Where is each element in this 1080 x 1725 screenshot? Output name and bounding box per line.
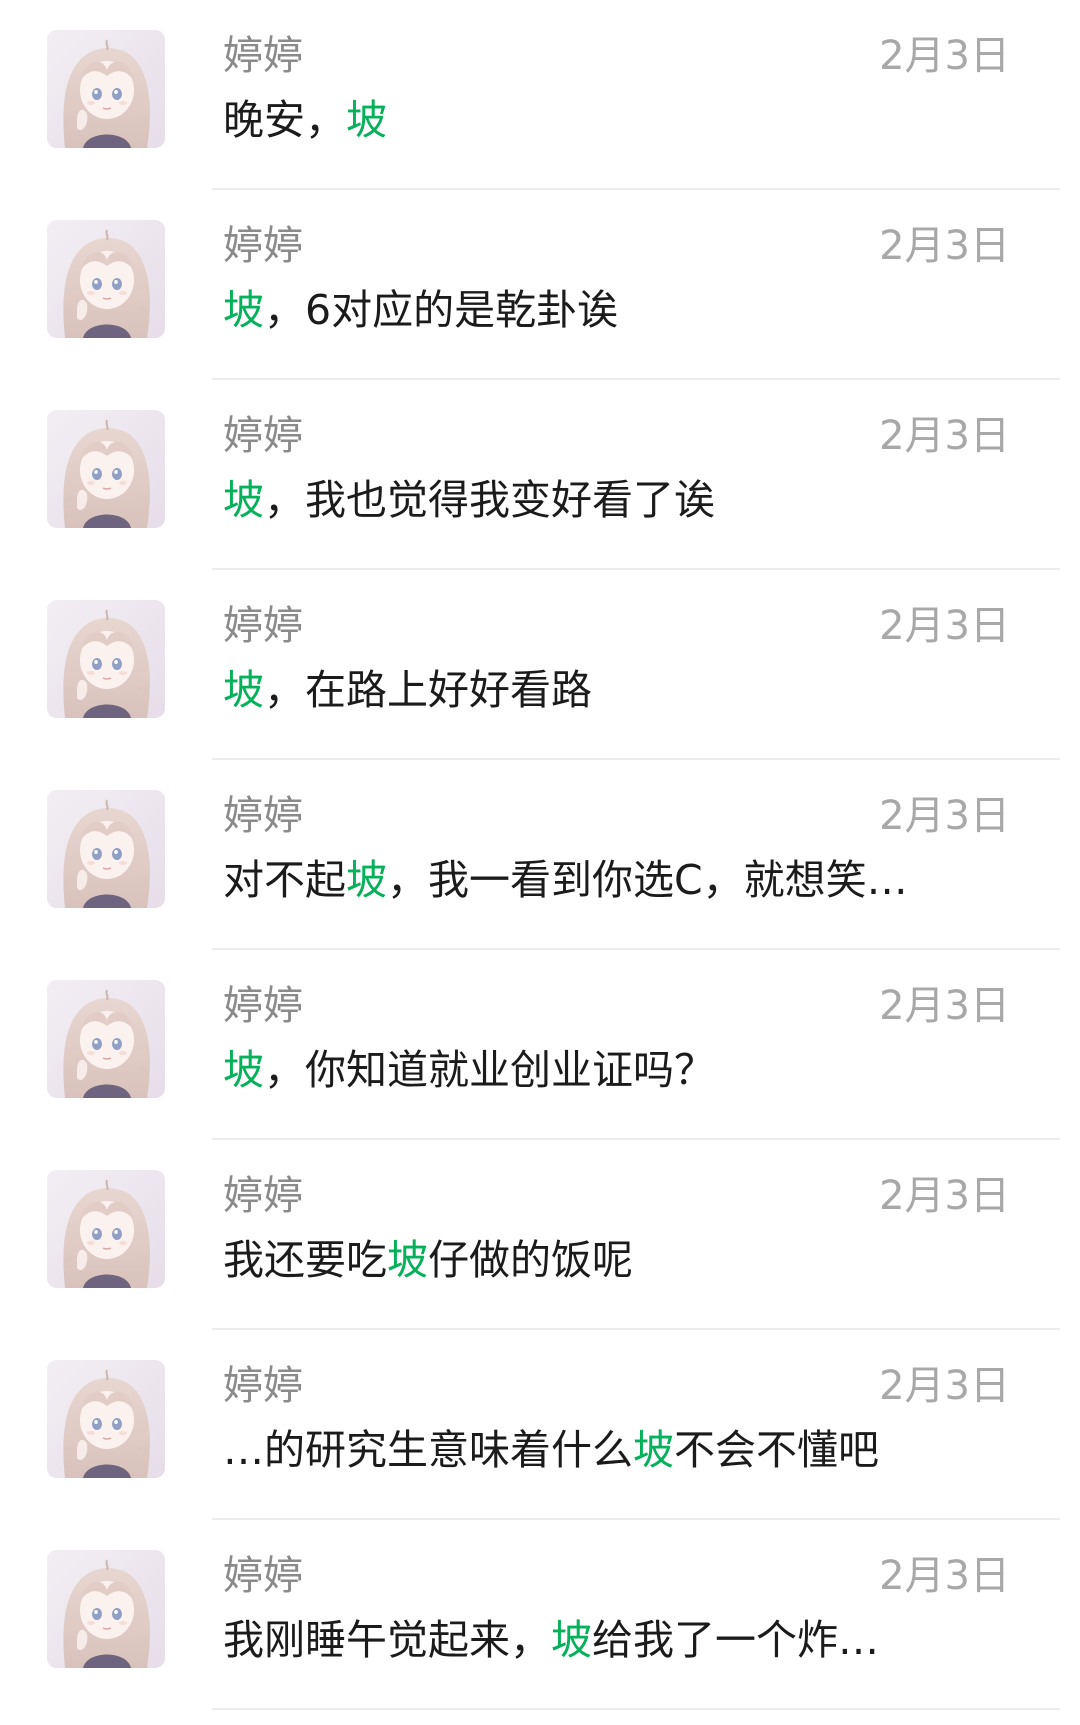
message-date: 2月3日	[879, 603, 1010, 649]
keyword-highlight: 坡	[223, 1046, 264, 1094]
search-results-list: 婷婷 2月3日 晚安，坡 婷婷 2月3日 坡，6对应的是乾卦诶 婷婷 2月3日 …	[0, 0, 1080, 1725]
anime-girl-avatar[interactable]	[47, 1360, 165, 1478]
search-result-item[interactable]: 婷婷 2月3日 …的研究生意味着什么坡不会不懂吧	[0, 1330, 1080, 1520]
anime-girl-avatar[interactable]	[47, 980, 165, 1098]
message-snippet: 我刚睡午觉起来，坡给我了一个炸…	[223, 1612, 983, 1668]
message-text: ，我也觉得我变好看了诶	[264, 476, 715, 524]
keyword-highlight: 坡	[633, 1426, 674, 1474]
message-text: 晚安，	[223, 96, 346, 144]
message-snippet: …的研究生意味着什么坡不会不懂吧	[223, 1422, 983, 1478]
anime-girl-avatar[interactable]	[47, 220, 165, 338]
search-result-item[interactable]: 婷婷 2月3日我还要吃坡仔做的饭呢	[0, 1140, 1080, 1330]
keyword-highlight: 坡	[223, 476, 264, 524]
search-result-item[interactable]: 婷婷 2月3日坡，在路上好好看路	[0, 570, 1080, 760]
search-result-item[interactable]: 婷婷 2月3日我刚睡午觉起来，坡给我了一个炸…	[0, 1520, 1080, 1710]
message-text: 对不起	[223, 856, 346, 904]
message-text: 仔做的饭呢	[428, 1236, 633, 1284]
message-text: 给我了一个炸…	[592, 1616, 879, 1664]
anime-girl-avatar[interactable]	[47, 600, 165, 718]
keyword-highlight: 坡	[223, 666, 264, 714]
message-text: ，6对应的是乾卦诶	[264, 286, 619, 334]
message-text: 不会不懂吧	[674, 1426, 879, 1474]
message-date: 2月3日	[879, 223, 1010, 269]
search-result-item[interactable]: 婷婷 2月3日对不起坡，我一看到你选C，就想笑…	[0, 760, 1080, 950]
sender-name: 婷婷	[223, 603, 303, 649]
keyword-highlight: 坡	[223, 286, 264, 334]
message-date: 2月3日	[879, 983, 1010, 1029]
sender-name: 婷婷	[223, 793, 303, 839]
message-snippet: 坡，我也觉得我变好看了诶	[223, 472, 983, 528]
message-text: ，在路上好好看路	[264, 666, 592, 714]
message-text: ，你知道就业创业证吗？	[264, 1046, 715, 1094]
sender-name: 婷婷	[223, 1173, 303, 1219]
message-snippet: 坡，在路上好好看路	[223, 662, 983, 718]
message-text: ，我一看到你选C，就想笑…	[387, 856, 908, 904]
sender-name: 婷婷	[223, 1553, 303, 1599]
sender-name: 婷婷	[223, 223, 303, 269]
search-result-item[interactable]: 婷婷 2月3日坡，你知道就业创业证吗？	[0, 950, 1080, 1140]
keyword-highlight: 坡	[387, 1236, 428, 1284]
anime-girl-avatar[interactable]	[47, 30, 165, 148]
search-result-item[interactable]: 婷婷 2月3日坡，6对应的是乾卦诶	[0, 190, 1080, 380]
message-text: 我还要吃	[223, 1236, 387, 1284]
keyword-highlight: 坡	[346, 96, 387, 144]
message-date: 2月3日	[879, 1363, 1010, 1409]
keyword-highlight: 坡	[346, 856, 387, 904]
message-snippet: 坡，你知道就业创业证吗？	[223, 1042, 983, 1098]
anime-girl-avatar[interactable]	[47, 410, 165, 528]
sender-name: 婷婷	[223, 983, 303, 1029]
message-snippet: 晚安，坡	[223, 92, 983, 148]
message-text: 我刚睡午觉起来，	[223, 1616, 551, 1664]
message-snippet: 我还要吃坡仔做的饭呢	[223, 1232, 983, 1288]
search-result-item[interactable]: 婷婷 2月3日坡，我也觉得我变好看了诶	[0, 380, 1080, 570]
message-date: 2月3日	[879, 33, 1010, 79]
message-date: 2月3日	[879, 413, 1010, 459]
sender-name: 婷婷	[223, 33, 303, 79]
search-result-item[interactable]: 婷婷 2月3日晚安，坡	[0, 0, 1080, 190]
sender-name: 婷婷	[223, 1363, 303, 1409]
message-date: 2月3日	[879, 1553, 1010, 1599]
sender-name: 婷婷	[223, 413, 303, 459]
message-snippet: 坡，6对应的是乾卦诶	[223, 282, 983, 338]
anime-girl-avatar[interactable]	[47, 1170, 165, 1288]
message-text: …的研究生意味着什么	[223, 1426, 633, 1474]
message-date: 2月3日	[879, 1173, 1010, 1219]
message-date: 2月3日	[879, 793, 1010, 839]
message-snippet: 对不起坡，我一看到你选C，就想笑…	[223, 852, 983, 908]
keyword-highlight: 坡	[551, 1616, 592, 1664]
anime-girl-avatar[interactable]	[47, 1550, 165, 1668]
divider	[212, 1708, 1060, 1710]
anime-girl-avatar[interactable]	[47, 790, 165, 908]
